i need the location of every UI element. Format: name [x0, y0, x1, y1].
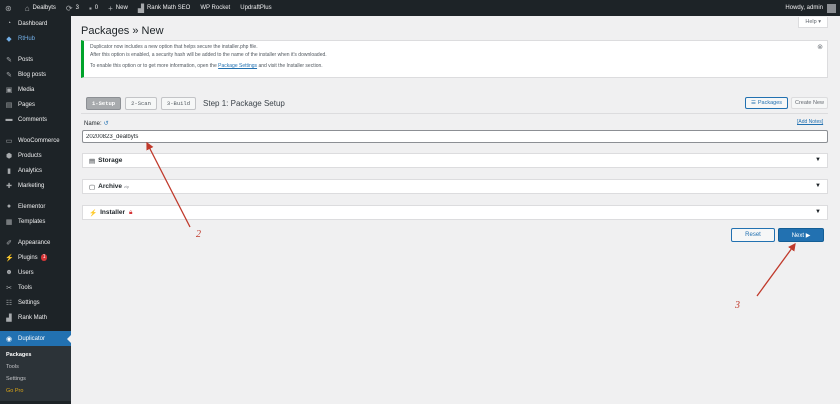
annotation-arrows — [146, 141, 796, 297]
annotation-number-3: 3 — [735, 300, 740, 311]
arrow-to-name-input — [146, 141, 191, 228]
arrow-to-next-button — [756, 242, 796, 297]
annotation-number-2: 2 — [196, 229, 201, 240]
